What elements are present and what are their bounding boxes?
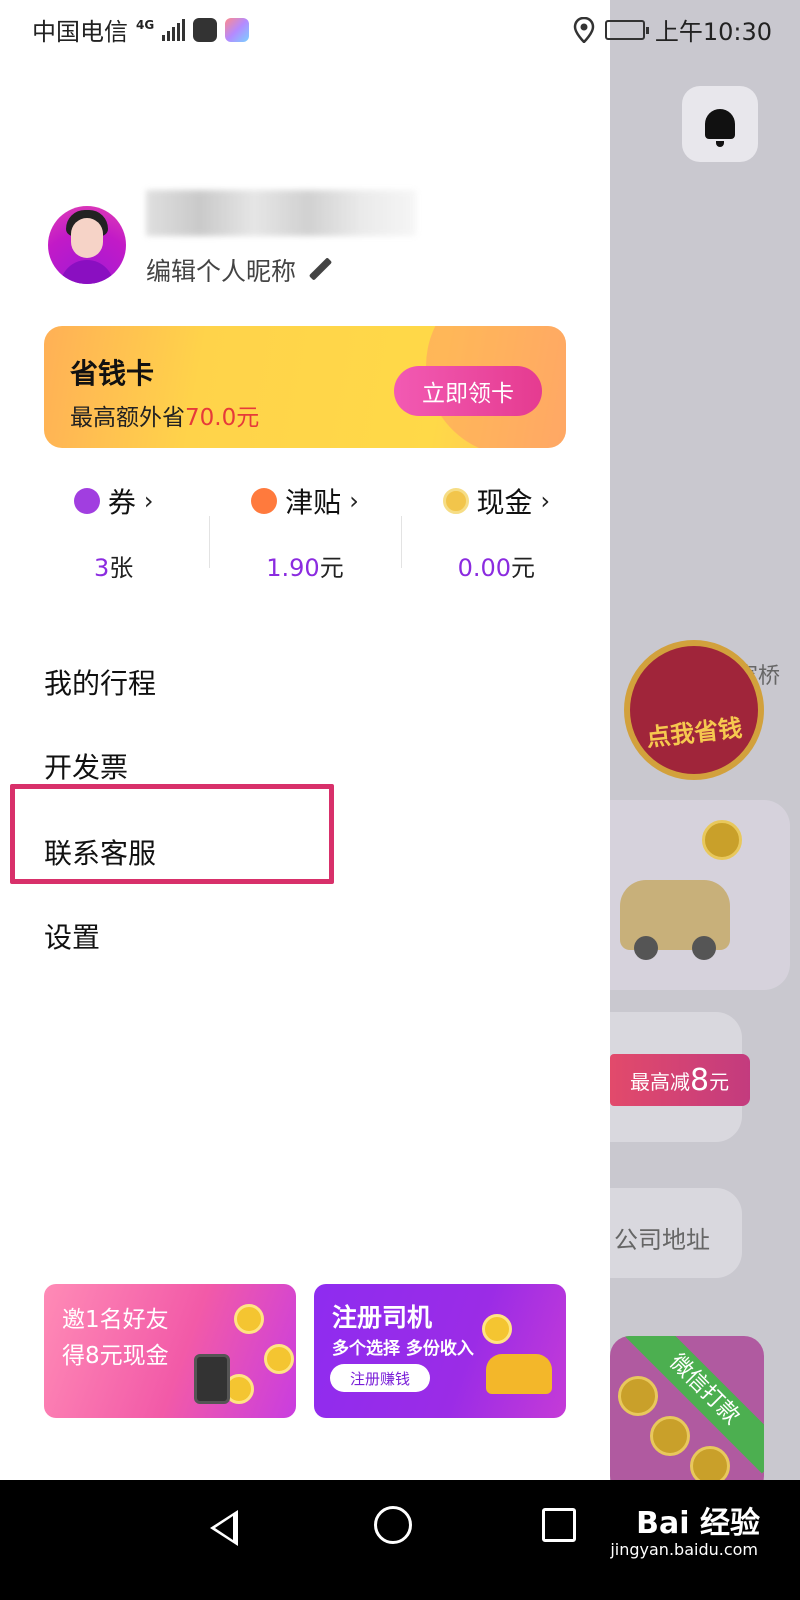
asset-unit: 元 <box>511 554 536 582</box>
annotation-highlight-box <box>10 784 334 884</box>
coupon-amount-label: 8 <box>690 1062 710 1098</box>
wechat-payout-card[interactable]: 微信打款 <box>610 1336 764 1496</box>
recent-apps-icon[interactable] <box>542 1508 576 1542</box>
claim-card-button[interactable]: 立即领卡 <box>394 366 542 416</box>
asset-unit: 元 <box>319 554 344 582</box>
coupon-icon <box>73 488 100 514</box>
menu-item-invoice[interactable]: 开发票 <box>44 746 128 786</box>
coin-icon <box>264 1344 294 1374</box>
network-type-label: 4G <box>136 17 155 32</box>
asset-value: 0.00 <box>457 554 512 582</box>
notification-button[interactable] <box>682 86 758 162</box>
avatar-body <box>60 260 114 284</box>
clock-label: 上午10:30 <box>654 18 772 46</box>
asset-label: 券 <box>107 486 136 519</box>
coupon-prefix-label: 最高减 <box>630 1069 690 1094</box>
back-icon[interactable] <box>210 1510 238 1546</box>
invite-banner-line2: 得8元现金 <box>62 1343 169 1369</box>
coin-icon <box>702 820 742 860</box>
avatar-face <box>71 218 103 258</box>
pencil-icon <box>308 258 332 282</box>
carrier-label: 中国电信 <box>32 18 128 46</box>
invite-banner-line1: 邀1名好友 <box>62 1307 169 1333</box>
saving-card-subtitle: 最高额外省70.0元 <box>70 398 259 432</box>
save-money-promo-badge[interactable]: 点我省钱 <box>624 640 764 780</box>
watermark-brand: Bai 经验 <box>636 1506 760 1541</box>
asset-unit: 张 <box>109 554 134 582</box>
bell-icon <box>705 109 735 147</box>
location-icon <box>573 16 595 43</box>
saving-card-title: 省钱卡 <box>70 357 155 390</box>
coupon-tag[interactable]: 最高减 8 元 <box>610 1054 750 1106</box>
gallery-app-icon <box>225 17 250 42</box>
asset-label: 现金 <box>476 486 533 519</box>
side-drawer: 编辑个人昵称 省钱卡 最高额外省70.0元 立即领卡 券 › 3张 津贴 › 1… <box>0 0 610 1510</box>
saving-card[interactable]: 省钱卡 最高额外省70.0元 立即领卡 <box>44 326 566 448</box>
asset-label: 津贴 <box>285 486 342 519</box>
menu-item-my-trips[interactable]: 我的行程 <box>44 662 156 702</box>
coin-icon <box>482 1314 512 1344</box>
cash-coin-icon <box>442 488 469 514</box>
wallet-summary: 券 › 3张 津贴 › 1.90元 现金 › 0.00元 <box>18 476 592 586</box>
system-navigation-bar: Bai 经验 jingyan.baidu.com <box>0 1480 800 1600</box>
signal-icon <box>162 18 186 41</box>
status-bar: 中国电信 4G 上午10:30 <box>0 0 800 56</box>
avatar[interactable] <box>48 206 126 284</box>
asset-allowance[interactable]: 津贴 › 1.90元 <box>209 476 400 586</box>
chevron-right-icon: › <box>540 487 551 515</box>
register-driver-banner[interactable]: 注册司机 多个选择 多份收入 注册赚钱 <box>314 1284 566 1418</box>
promo-label: 点我省钱 <box>645 714 744 752</box>
edit-nickname-label: 编辑个人昵称 <box>146 257 297 286</box>
asset-value: 1.90 <box>266 554 320 582</box>
driver-banner-title: 注册司机 <box>332 1303 433 1332</box>
blurred-username <box>146 190 416 236</box>
chevron-right-icon: › <box>143 487 154 515</box>
allowance-icon <box>251 488 278 514</box>
phone-icon <box>194 1354 230 1404</box>
asset-coupons[interactable]: 券 › 3张 <box>18 476 209 586</box>
invite-friend-banner[interactable]: 邀1名好友 得8元现金 <box>44 1284 296 1418</box>
menu-item-settings[interactable]: 设置 <box>44 916 100 956</box>
car-icon <box>486 1354 552 1394</box>
asset-value: 3 <box>94 554 110 582</box>
background-app-view: 家桥 点我省钱 最高减 8 元 公司地址 微信打款 <box>610 0 800 1510</box>
coin-icon <box>618 1376 658 1416</box>
saving-subtitle-prefix: 最高额外省 <box>70 405 185 431</box>
watermark-url: jingyan.baidu.com <box>610 1540 758 1559</box>
register-earn-button[interactable]: 注册赚钱 <box>330 1364 430 1392</box>
coin-icon <box>234 1304 264 1334</box>
coin-icon <box>650 1416 690 1456</box>
asset-cash[interactable]: 现金 › 0.00元 <box>400 476 592 586</box>
home-icon[interactable] <box>374 1506 412 1544</box>
battery-icon <box>604 19 649 40</box>
saving-amount: 70.0元 <box>185 405 260 431</box>
coupon-unit-label: 元 <box>709 1069 730 1094</box>
company-address-label: 公司地址 <box>614 1226 710 1254</box>
driver-banner-subtitle: 多个选择 多份收入 <box>332 1339 474 1359</box>
huawei-app-icon <box>193 17 218 42</box>
chevron-right-icon: › <box>349 487 359 515</box>
car-illustration <box>620 880 730 960</box>
edit-nickname-link[interactable]: 编辑个人昵称 <box>146 252 332 288</box>
